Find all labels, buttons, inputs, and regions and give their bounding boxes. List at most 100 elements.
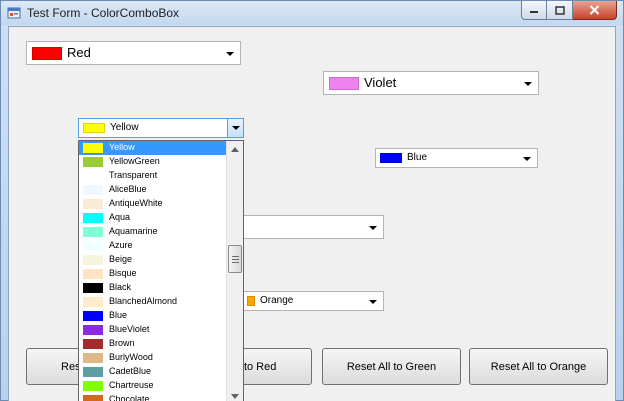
dropdown-item[interactable]: BlueViolet <box>79 323 226 337</box>
chevron-up-icon <box>231 146 239 152</box>
color-swatch <box>83 367 103 377</box>
caption-buttons <box>521 1 617 21</box>
color-swatch <box>83 185 103 195</box>
button-label: Reset All to Green <box>346 360 437 373</box>
dropdown-item[interactable]: Aqua <box>79 211 226 225</box>
reset-all-green-button[interactable]: Reset All to Green <box>322 348 461 385</box>
reset-all-orange-button[interactable]: Reset All to Orange <box>469 348 608 385</box>
dropdown-item-label: AntiqueWhite <box>109 198 163 208</box>
color-swatch <box>329 77 359 90</box>
dropdown-item[interactable]: Transparent <box>79 169 226 183</box>
chevron-down-icon <box>232 126 240 130</box>
color-swatch <box>83 381 103 391</box>
dropdown-item[interactable]: Yellow <box>79 141 226 155</box>
combo-label: Red <box>67 45 91 60</box>
color-swatch <box>380 153 402 163</box>
color-swatch <box>83 297 103 307</box>
dropdown-item-label: Chartreuse <box>109 380 154 390</box>
dropdown-item-label: BurlyWood <box>109 352 153 362</box>
dropdown-button[interactable] <box>227 119 243 137</box>
dropdown-item-label: YellowGreen <box>109 156 160 166</box>
color-swatch <box>83 157 103 167</box>
dropdown-item-label: BlueViolet <box>109 324 150 334</box>
dropdown-item[interactable]: AliceBlue <box>79 183 226 197</box>
dropdown-item[interactable]: Azure <box>79 239 226 253</box>
chevron-down-icon <box>369 300 377 304</box>
dropdown-scrollbar[interactable] <box>226 141 243 401</box>
dropdown-item[interactable]: Brown <box>79 337 226 351</box>
dropdown-item[interactable]: BurlyWood <box>79 351 226 365</box>
maximize-icon <box>554 5 565 15</box>
dropdown-item-label: Blue <box>109 310 128 320</box>
scroll-up-button[interactable] <box>227 141 243 157</box>
color-swatch <box>83 123 105 133</box>
chevron-down-icon <box>524 82 532 86</box>
color-combo-yellow[interactable]: Yellow <box>78 118 244 138</box>
dropdown-items: Yellow YellowGreen Transparent AliceBlue Ant… <box>79 141 226 401</box>
dropdown-item-label: Chocolate <box>109 394 150 401</box>
dropdown-item[interactable]: Chartreuse <box>79 379 226 393</box>
minimize-icon <box>530 11 538 13</box>
combo-label: Yellow <box>110 122 139 133</box>
color-swatch <box>83 269 103 279</box>
dropdown-item-label: Black <box>109 282 132 292</box>
combo-label: Orange <box>260 295 294 306</box>
color-combo-blue[interactable]: Blue <box>375 148 538 168</box>
dropdown-item[interactable]: CadetBlue <box>79 365 226 379</box>
color-swatch <box>83 227 103 237</box>
chevron-down-icon <box>226 52 234 56</box>
color-swatch <box>83 311 103 321</box>
dropdown-item-label: Brown <box>109 338 135 348</box>
dropdown-item-label: Transparent <box>109 170 158 180</box>
dropdown-item-label: Yellow <box>109 142 135 152</box>
close-button[interactable] <box>573 1 617 20</box>
maximize-button[interactable] <box>547 1 573 20</box>
color-swatch <box>32 47 62 60</box>
combo-label: Blue <box>407 152 428 163</box>
color-swatch <box>83 143 103 153</box>
dropdown-item[interactable]: Aquamarine <box>79 225 226 239</box>
window-title: Test Form - ColorComboBox <box>27 6 180 20</box>
color-swatch <box>247 296 255 306</box>
app-window: Test Form - ColorComboBox Red Violet Yel… <box>0 0 624 401</box>
dropdown-item-label: Aqua <box>109 212 131 222</box>
dropdown-item[interactable]: Beige <box>79 253 226 267</box>
dropdown-item-label: CadetBlue <box>109 366 152 376</box>
color-swatch <box>83 255 103 265</box>
dropdown-item-label: Beige <box>109 254 133 264</box>
color-swatch <box>83 353 103 363</box>
grip-line <box>232 262 239 263</box>
color-swatch <box>83 213 103 223</box>
chevron-down-icon <box>369 226 377 230</box>
form-client-area: Red Violet Yellow Blue Orange Res ll to … <box>8 26 616 401</box>
dropdown-item-label: Aquamarine <box>109 226 158 236</box>
color-swatch <box>83 283 103 293</box>
dropdown-item[interactable]: BlanchedAlmond <box>79 295 226 309</box>
chevron-down-icon <box>231 393 239 399</box>
color-swatch <box>83 199 103 209</box>
dropdown-item[interactable]: Blue <box>79 309 226 323</box>
dropdown-item[interactable]: Bisque <box>79 267 226 281</box>
minimize-button[interactable] <box>521 1 547 20</box>
color-dropdown-list[interactable]: Yellow YellowGreen Transparent AliceBlue Ant… <box>78 140 244 401</box>
dropdown-item[interactable]: YellowGreen <box>79 155 226 169</box>
color-swatch <box>83 241 103 251</box>
dropdown-item[interactable]: Chocolate <box>79 393 226 401</box>
form-icon <box>7 7 21 19</box>
color-swatch <box>83 339 103 349</box>
grip-line <box>232 259 239 260</box>
scroll-down-button[interactable] <box>227 388 243 401</box>
color-swatch <box>83 325 103 335</box>
scroll-thumb[interactable] <box>228 245 242 273</box>
dropdown-item[interactable]: Black <box>79 281 226 295</box>
color-swatch <box>83 395 103 401</box>
grip-line <box>232 256 239 257</box>
dropdown-item-label: Azure <box>109 240 133 250</box>
combo-label: Violet <box>364 75 397 90</box>
color-combo-violet[interactable]: Violet <box>323 71 539 95</box>
color-combo-red[interactable]: Red <box>26 41 241 65</box>
close-icon <box>589 5 600 15</box>
dropdown-item-label: AliceBlue <box>109 184 147 194</box>
chevron-down-icon <box>523 157 531 161</box>
dropdown-item[interactable]: AntiqueWhite <box>79 197 226 211</box>
